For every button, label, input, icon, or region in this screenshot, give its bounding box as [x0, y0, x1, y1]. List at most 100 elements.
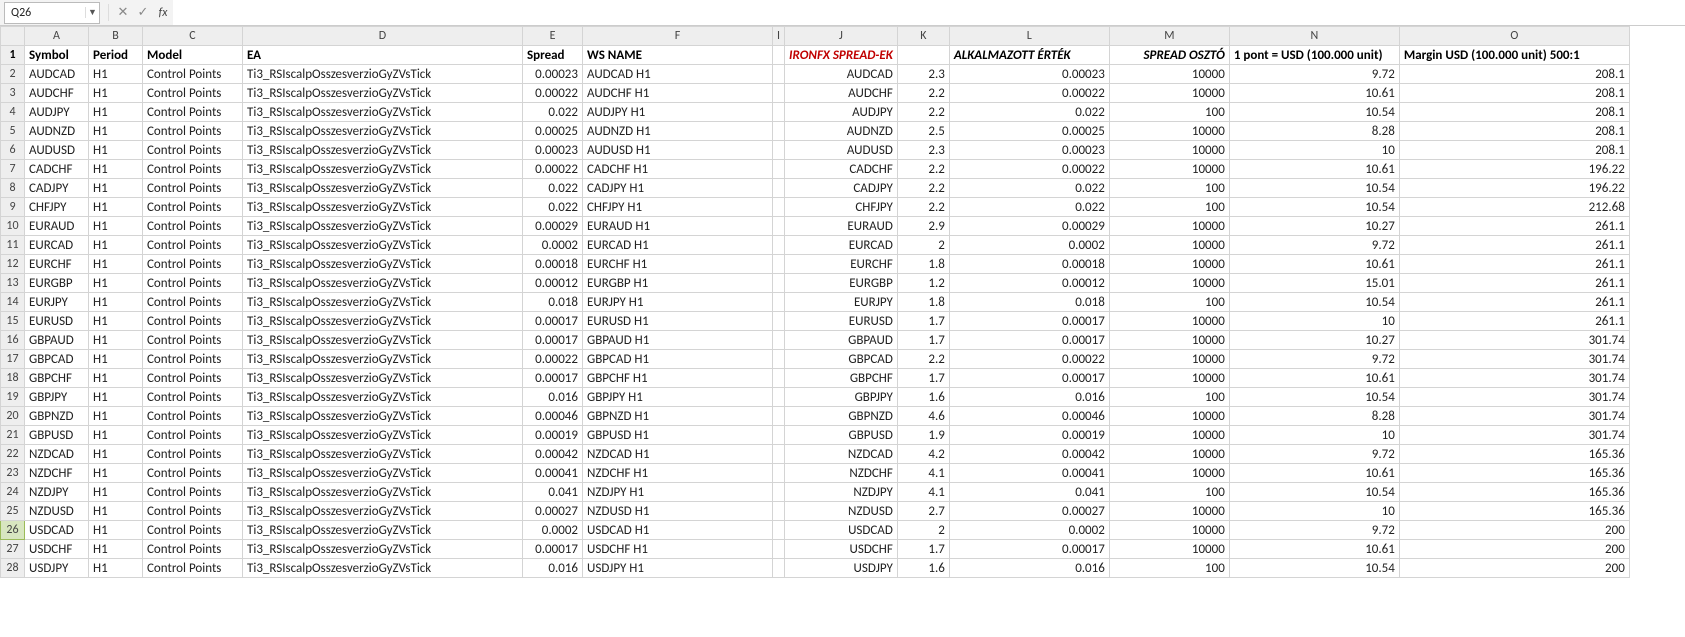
cell[interactable]: Ti3_RSIscalpOsszesverzioGyZVsTick — [243, 331, 523, 350]
cell[interactable]: 10.54 — [1229, 388, 1399, 407]
cell[interactable]: AUDUSD H1 — [583, 141, 773, 160]
column-header[interactable]: N — [1229, 27, 1399, 46]
header-cell[interactable]: Period — [89, 46, 143, 65]
cell[interactable]: 100 — [1109, 559, 1229, 578]
cell[interactable]: CADCHF — [785, 160, 898, 179]
cell[interactable]: 301.74 — [1399, 426, 1629, 445]
cell[interactable]: GBPNZD — [785, 407, 898, 426]
cell[interactable]: EURUSD — [25, 312, 89, 331]
cell[interactable]: 2.2 — [897, 84, 949, 103]
cell[interactable]: 10000 — [1109, 407, 1229, 426]
cell[interactable]: Ti3_RSIscalpOsszesverzioGyZVsTick — [243, 388, 523, 407]
cell[interactable]: 208.1 — [1399, 65, 1629, 84]
cell[interactable]: USDCAD H1 — [583, 521, 773, 540]
cell[interactable]: GBPAUD H1 — [583, 331, 773, 350]
cell[interactable]: 10000 — [1109, 84, 1229, 103]
cell[interactable]: 1.7 — [897, 312, 949, 331]
cell[interactable]: Ti3_RSIscalpOsszesverzioGyZVsTick — [243, 521, 523, 540]
cell[interactable]: Ti3_RSIscalpOsszesverzioGyZVsTick — [243, 179, 523, 198]
row-header[interactable]: 23 — [1, 464, 25, 483]
cell[interactable]: 0.022 — [949, 198, 1109, 217]
cell[interactable]: 100 — [1109, 179, 1229, 198]
cell[interactable]: 10 — [1229, 312, 1399, 331]
cell[interactable]: EURCAD H1 — [583, 236, 773, 255]
cell[interactable]: 165.36 — [1399, 445, 1629, 464]
cell[interactable]: 0.00025 — [949, 122, 1109, 141]
cell[interactable]: H1 — [89, 502, 143, 521]
cell[interactable]: Ti3_RSIscalpOsszesverzioGyZVsTick — [243, 255, 523, 274]
cell[interactable]: H1 — [89, 198, 143, 217]
cell[interactable]: 0.00027 — [523, 502, 583, 521]
enter-button[interactable]: ✓ — [133, 3, 153, 23]
cell[interactable]: 1.9 — [897, 426, 949, 445]
cell[interactable]: 2.3 — [897, 65, 949, 84]
cell[interactable]: 2.5 — [897, 122, 949, 141]
cell[interactable]: Control Points — [143, 426, 243, 445]
column-header[interactable]: C — [143, 27, 243, 46]
cell[interactable]: 0.022 — [949, 103, 1109, 122]
cell[interactable]: 200 — [1399, 559, 1629, 578]
column-header[interactable]: I — [773, 27, 785, 46]
cell[interactable]: Control Points — [143, 293, 243, 312]
cell[interactable]: H1 — [89, 103, 143, 122]
cell[interactable]: 200 — [1399, 540, 1629, 559]
cell[interactable]: 2.2 — [897, 350, 949, 369]
cell[interactable]: GBPNZD — [25, 407, 89, 426]
row-header[interactable]: 10 — [1, 217, 25, 236]
row-header[interactable]: 19 — [1, 388, 25, 407]
cell[interactable]: 0.022 — [523, 179, 583, 198]
cell[interactable]: 100 — [1109, 483, 1229, 502]
cell[interactable]: USDCHF — [25, 540, 89, 559]
cell[interactable]: 10000 — [1109, 141, 1229, 160]
cell[interactable]: GBPCHF — [785, 369, 898, 388]
cell[interactable]: H1 — [89, 255, 143, 274]
cell[interactable]: 100 — [1109, 198, 1229, 217]
cell[interactable]: 10 — [1229, 426, 1399, 445]
cell[interactable]: AUDUSD — [25, 141, 89, 160]
cell[interactable]: 8.28 — [1229, 407, 1399, 426]
cell[interactable]: 0.00022 — [949, 160, 1109, 179]
cell[interactable]: AUDNZD — [785, 122, 898, 141]
cell[interactable]: AUDUSD — [785, 141, 898, 160]
cell[interactable]: H1 — [89, 426, 143, 445]
cell[interactable]: 0.00041 — [523, 464, 583, 483]
cell[interactable]: H1 — [89, 236, 143, 255]
cell[interactable]: CHFJPY H1 — [583, 198, 773, 217]
cell[interactable]: Ti3_RSIscalpOsszesverzioGyZVsTick — [243, 198, 523, 217]
cell[interactable]: USDJPY H1 — [583, 559, 773, 578]
cell[interactable]: 0.00046 — [949, 407, 1109, 426]
cell[interactable] — [773, 274, 785, 293]
header-cell[interactable]: IRONFX SPREAD-EK — [785, 46, 898, 65]
cell[interactable]: NZDCHF — [25, 464, 89, 483]
cell[interactable]: Control Points — [143, 198, 243, 217]
cell[interactable]: 0.022 — [523, 198, 583, 217]
cell[interactable]: Ti3_RSIscalpOsszesverzioGyZVsTick — [243, 160, 523, 179]
cell[interactable]: EURUSD H1 — [583, 312, 773, 331]
cell[interactable]: Control Points — [143, 179, 243, 198]
cell[interactable]: 0.00017 — [949, 312, 1109, 331]
cell[interactable] — [773, 502, 785, 521]
cell[interactable]: 196.22 — [1399, 179, 1629, 198]
row-header[interactable]: 5 — [1, 122, 25, 141]
cell[interactable]: Control Points — [143, 312, 243, 331]
cell[interactable]: Control Points — [143, 331, 243, 350]
cell[interactable]: 0.00042 — [523, 445, 583, 464]
cell[interactable]: AUDJPY H1 — [583, 103, 773, 122]
cell[interactable]: H1 — [89, 331, 143, 350]
cell[interactable] — [773, 483, 785, 502]
cell[interactable]: 301.74 — [1399, 369, 1629, 388]
cell[interactable]: EURCHF H1 — [583, 255, 773, 274]
row-header[interactable]: 15 — [1, 312, 25, 331]
cell[interactable] — [773, 141, 785, 160]
cell[interactable]: GBPAUD — [25, 331, 89, 350]
cell[interactable] — [773, 559, 785, 578]
cell[interactable]: 10000 — [1109, 502, 1229, 521]
cell[interactable]: EURCHF — [25, 255, 89, 274]
cell[interactable]: 0.00012 — [949, 274, 1109, 293]
cell[interactable]: 200 — [1399, 521, 1629, 540]
cell[interactable]: 196.22 — [1399, 160, 1629, 179]
cell[interactable]: 0.018 — [949, 293, 1109, 312]
column-header[interactable]: B — [89, 27, 143, 46]
cell[interactable]: 0.00017 — [523, 540, 583, 559]
cell[interactable]: NZDJPY — [785, 483, 898, 502]
